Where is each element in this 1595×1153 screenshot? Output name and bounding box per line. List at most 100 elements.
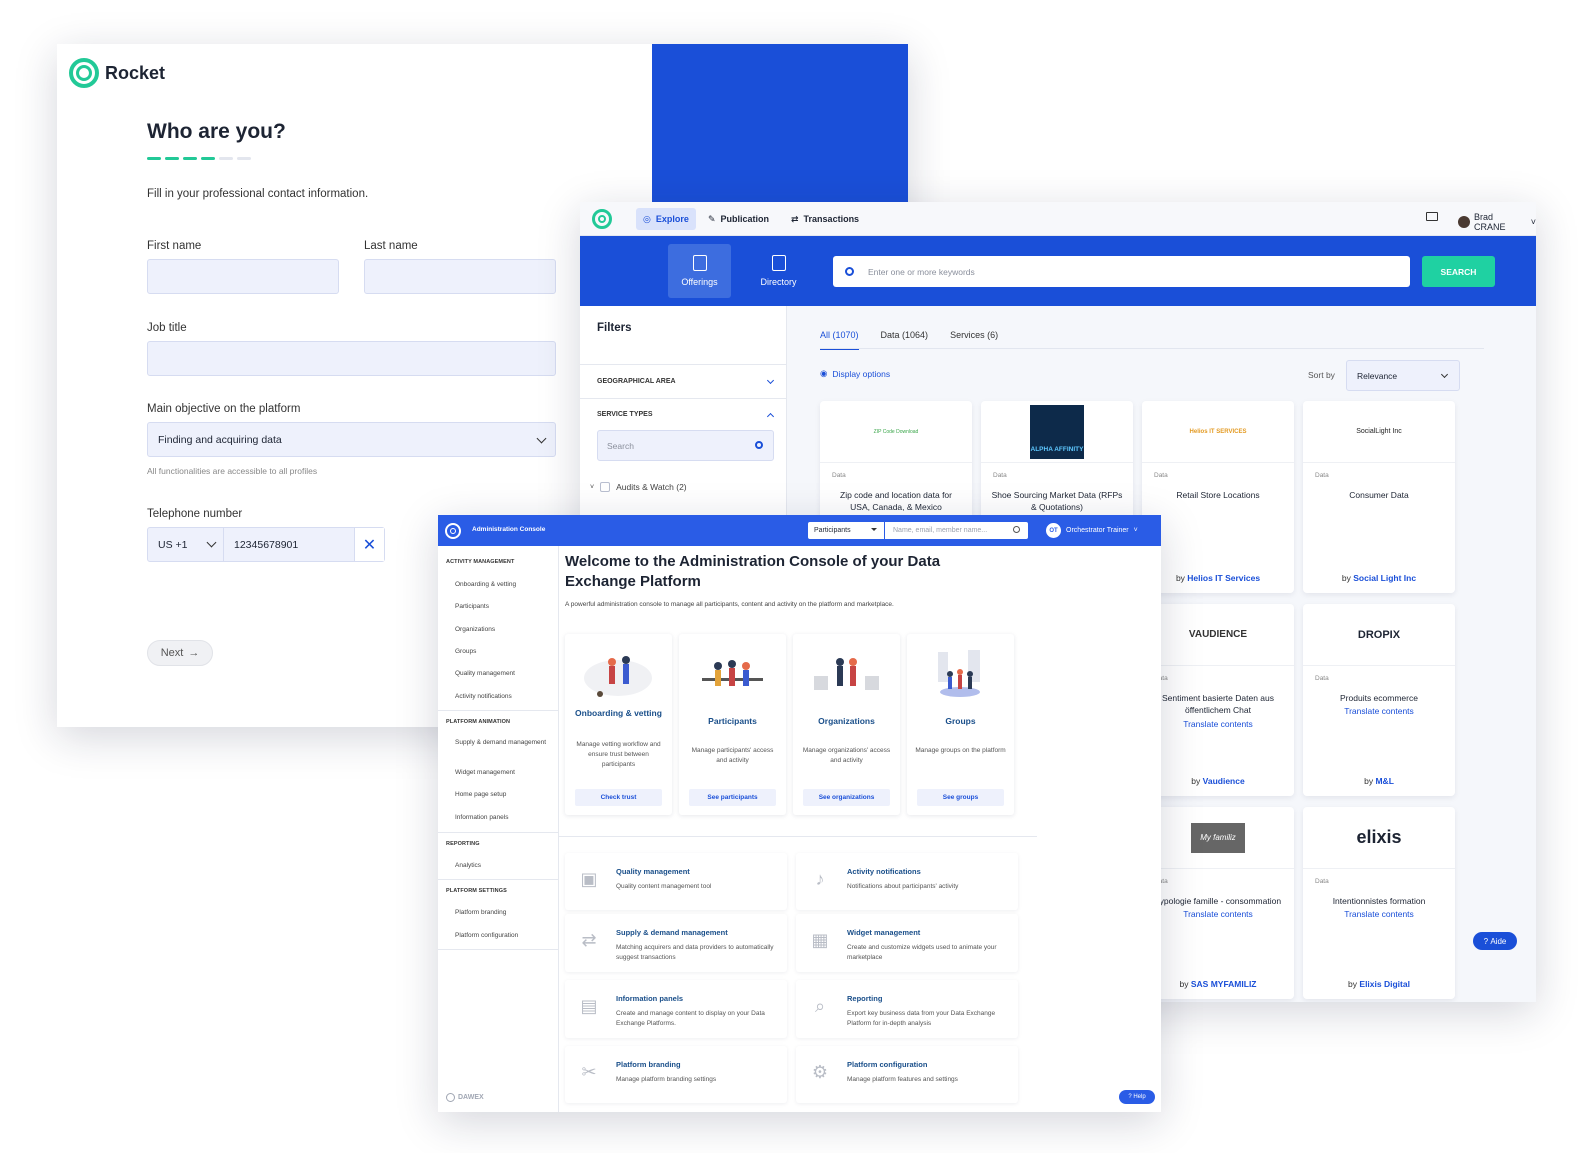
arrow-right-icon: → — [188, 647, 200, 659]
see-groups-button[interactable]: See groups — [917, 789, 1004, 806]
translate-link[interactable]: Translate contents — [1303, 706, 1455, 716]
checkbox[interactable] — [600, 482, 611, 492]
sort-select[interactable]: Relevance — [1346, 360, 1460, 391]
clear-icon[interactable]: ✕ — [354, 528, 384, 561]
tab-offerings[interactable]: Offerings — [668, 244, 731, 298]
divider — [559, 836, 1037, 837]
filter-service-types[interactable]: SERVICE TYPES — [597, 411, 775, 421]
sidebar-item-info-panels[interactable]: Information panels — [455, 814, 550, 823]
tab-services[interactable]: Services (6) — [950, 330, 998, 350]
feature-quality-management[interactable]: ▣ Quality management Quality content man… — [565, 853, 787, 910]
nav-publication[interactable]: ✎ Publication — [701, 208, 776, 230]
country-code-select[interactable]: US +1 — [148, 528, 224, 561]
nav-explore[interactable]: ◎ Explore — [636, 208, 696, 230]
first-name-label: First name — [147, 240, 202, 252]
avatar: OT — [1046, 523, 1061, 538]
feature-information-panels[interactable]: ▤ Information panels Create and manage c… — [565, 980, 787, 1038]
see-organizations-button[interactable]: See organizations — [803, 789, 890, 806]
divider — [580, 364, 787, 365]
objective-label: Main objective on the platform — [147, 403, 301, 415]
nav-transactions[interactable]: ⇄ Transactions — [784, 208, 866, 230]
user-menu[interactable]: Brad CRANE ˅ — [1458, 212, 1536, 232]
sidebar-item-branding[interactable]: Platform branding — [455, 909, 550, 918]
objective-select[interactable]: Finding and acquiring data — [147, 422, 556, 457]
translate-link[interactable]: Translate contents — [1303, 909, 1455, 919]
sidebar-item-supply-demand[interactable]: Supply & demand management — [455, 739, 550, 748]
search-icon: ⌕ — [814, 996, 826, 1016]
filter-option[interactable]: ˅ Audits & Watch (2) — [590, 482, 687, 492]
feature-supply-demand[interactable]: ⇄ Supply & demand management Matching ac… — [565, 914, 787, 972]
job-title-field[interactable] — [147, 341, 556, 376]
tab-label: Offerings — [681, 277, 718, 287]
sidebar-item-configuration[interactable]: Platform configuration — [455, 932, 550, 941]
display-options-link[interactable]: ◉ Display options — [820, 368, 890, 379]
offering-card[interactable]: VAUDIENCE Data Sentiment basierte Daten … — [1142, 604, 1294, 796]
sidebar-item-groups[interactable]: Groups — [455, 648, 550, 657]
provider-link[interactable]: Vaudience — [1203, 776, 1245, 786]
last-name-field[interactable] — [364, 259, 556, 294]
offering-card[interactable]: My familiz Data Typologie famille - cons… — [1142, 807, 1294, 999]
organizations-illustration — [814, 658, 879, 690]
platform-logo-icon[interactable] — [592, 209, 612, 229]
mail-icon[interactable] — [1426, 212, 1438, 221]
card-type: Data — [1315, 675, 1329, 682]
feature-description: Manage platform features and settings — [847, 1076, 958, 1083]
feature-reporting[interactable]: ⌕ Reporting Export key business data fro… — [796, 980, 1018, 1038]
sidebar-item-notifications[interactable]: Activity notifications — [455, 693, 550, 702]
check-trust-button[interactable]: Check trust — [575, 789, 662, 806]
admin-search-input[interactable]: Name, email, member name... — [885, 522, 1028, 539]
filter-geographical-area[interactable]: GEOGRAPHICAL AREA — [597, 376, 775, 385]
provider-link[interactable]: Helios IT Services — [1187, 573, 1260, 583]
offering-card[interactable]: elixis Data Intentionnistes formation Tr… — [1303, 807, 1455, 999]
tab-all[interactable]: All (1070) — [820, 330, 859, 350]
phone-input[interactable]: 12345678901 — [224, 528, 354, 561]
user-name: Orchestrator Trainer — [1066, 527, 1129, 534]
tab-data[interactable]: Data (1064) — [881, 330, 929, 350]
first-name-field[interactable] — [147, 259, 339, 294]
aide-button[interactable]: ? Aide — [1473, 932, 1517, 950]
feature-platform-branding[interactable]: ✂ Platform branding Manage platform bran… — [565, 1046, 787, 1103]
card-provider: by Elixis Digital — [1303, 979, 1455, 989]
provider-link[interactable]: Social Light Inc — [1353, 573, 1416, 583]
offering-card[interactable]: SocialLight Inc Data Consumer Data by So… — [1303, 401, 1455, 593]
next-button[interactable]: Next → — [147, 640, 213, 666]
sidebar-item-participants[interactable]: Participants — [455, 603, 550, 612]
provider-link[interactable]: M&L — [1375, 776, 1393, 786]
platform-logo-icon[interactable] — [445, 523, 461, 539]
see-participants-button[interactable]: See participants — [689, 789, 776, 806]
card-type: Data — [1315, 878, 1329, 885]
help-button[interactable]: ? Help — [1119, 1090, 1155, 1104]
scope-select[interactable]: Participants — [808, 522, 884, 539]
by-prefix: by — [1341, 573, 1351, 583]
search-icon — [1013, 526, 1020, 533]
sidebar-item-organizations[interactable]: Organizations — [455, 626, 550, 635]
translate-link[interactable]: Translate contents — [1142, 719, 1294, 729]
keyword-search-input[interactable]: Enter one or more keywords — [833, 256, 1410, 287]
feature-activity-notifications[interactable]: ♪ Activity notifications Notifications a… — [796, 853, 1018, 910]
translate-link[interactable]: Translate contents — [1142, 909, 1294, 919]
divider — [820, 348, 1484, 349]
card-type: Data — [1154, 878, 1294, 885]
dawex-logo-icon — [446, 1093, 455, 1102]
search-button[interactable]: SEARCH — [1422, 256, 1495, 287]
page-title: Who are you? — [147, 120, 286, 143]
filter-search-input[interactable]: Search — [597, 430, 774, 461]
sidebar-item-analytics[interactable]: Analytics — [455, 862, 550, 871]
powered-by-dawex: DAWEX — [446, 1093, 484, 1102]
provider-link[interactable]: SAS MYFAMILIZ — [1191, 979, 1257, 989]
feature-platform-configuration[interactable]: ⚙ Platform configuration Manage platform… — [796, 1046, 1018, 1103]
sidebar-item-onboarding[interactable]: Onboarding & vetting — [455, 581, 550, 590]
page-title: Welcome to the Administration Console of… — [565, 553, 941, 590]
page-lead: A powerful administration console to man… — [565, 601, 894, 608]
offering-card[interactable]: DROPIX Data Produits ecommerce Translate… — [1303, 604, 1455, 796]
tab-directory[interactable]: Directory — [747, 244, 810, 298]
offering-card[interactable]: Helios IT SERVICES Data Retail Store Loc… — [1142, 401, 1294, 593]
feature-widget-management[interactable]: ▦ Widget management Create and customize… — [796, 914, 1018, 972]
user-menu[interactable]: OT Orchestrator Trainer ˅ — [1046, 523, 1138, 538]
sidebar-item-quality[interactable]: Quality management — [455, 670, 550, 679]
sidebar-item-home-page[interactable]: Home page setup — [455, 791, 550, 800]
nav-label: Publication — [720, 214, 770, 224]
sidebar-item-widgets[interactable]: Widget management — [455, 769, 550, 778]
provider-link[interactable]: Elixis Digital — [1359, 979, 1410, 989]
card-logo: ALPHA AFFINITY — [981, 401, 1133, 463]
